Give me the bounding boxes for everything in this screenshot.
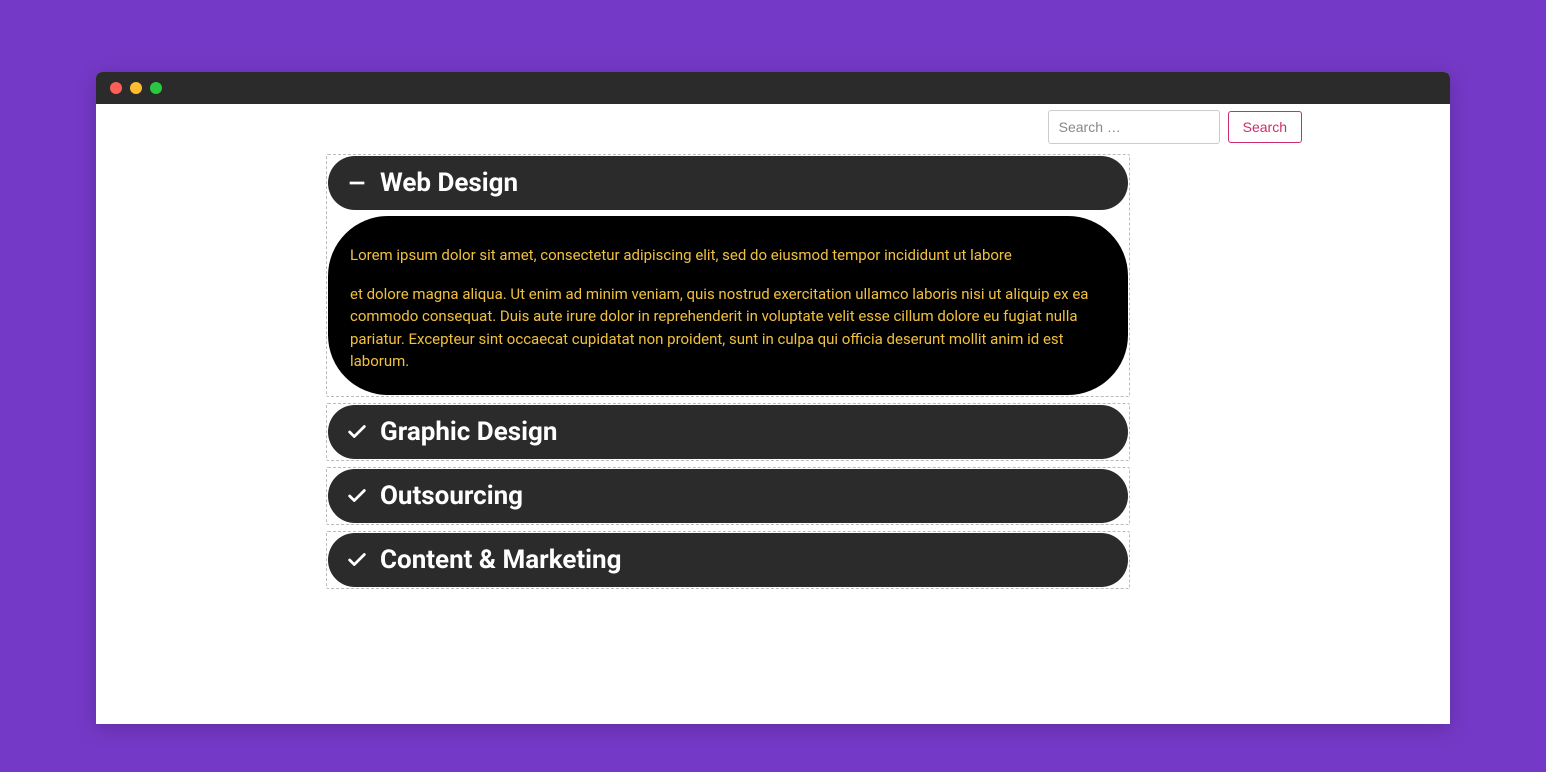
search-bar: Search bbox=[96, 110, 1450, 154]
accordion-header-web-design[interactable]: Web Design bbox=[328, 156, 1128, 210]
accordion-body-paragraph: Lorem ipsum dolor sit amet, consectetur … bbox=[350, 244, 1106, 267]
check-icon bbox=[346, 549, 368, 571]
accordion-body-web-design: Lorem ipsum dolor sit amet, consectetur … bbox=[328, 216, 1128, 395]
accordion-header-graphic-design[interactable]: Graphic Design bbox=[328, 405, 1128, 459]
accordion-title: Graphic Design bbox=[380, 417, 557, 447]
search-button[interactable]: Search bbox=[1228, 111, 1302, 143]
accordion: Web Design Lorem ipsum dolor sit amet, c… bbox=[326, 154, 1130, 589]
accordion-title: Web Design bbox=[380, 168, 518, 198]
window-maximize-icon[interactable] bbox=[150, 82, 162, 94]
window-close-icon[interactable] bbox=[110, 82, 122, 94]
accordion-header-content-marketing[interactable]: Content & Marketing bbox=[328, 533, 1128, 587]
search-input[interactable] bbox=[1048, 110, 1220, 144]
check-icon bbox=[346, 485, 368, 507]
accordion-item-outsourcing: Outsourcing bbox=[326, 467, 1130, 525]
accordion-title: Outsourcing bbox=[380, 481, 523, 511]
check-icon bbox=[346, 421, 368, 443]
accordion-item-content-marketing: Content & Marketing bbox=[326, 531, 1130, 589]
accordion-title: Content & Marketing bbox=[380, 545, 621, 575]
accordion-header-outsourcing[interactable]: Outsourcing bbox=[328, 469, 1128, 523]
browser-window: Search Web Design Lorem ipsum dolor sit … bbox=[96, 72, 1450, 724]
accordion-item-graphic-design: Graphic Design bbox=[326, 403, 1130, 461]
page-content: Search Web Design Lorem ipsum dolor sit … bbox=[96, 104, 1450, 724]
minus-icon bbox=[346, 172, 368, 194]
window-minimize-icon[interactable] bbox=[130, 82, 142, 94]
accordion-body-paragraph: et dolore magna aliqua. Ut enim ad minim… bbox=[350, 283, 1106, 373]
window-titlebar bbox=[96, 72, 1450, 104]
accordion-item-web-design: Web Design Lorem ipsum dolor sit amet, c… bbox=[326, 154, 1130, 397]
